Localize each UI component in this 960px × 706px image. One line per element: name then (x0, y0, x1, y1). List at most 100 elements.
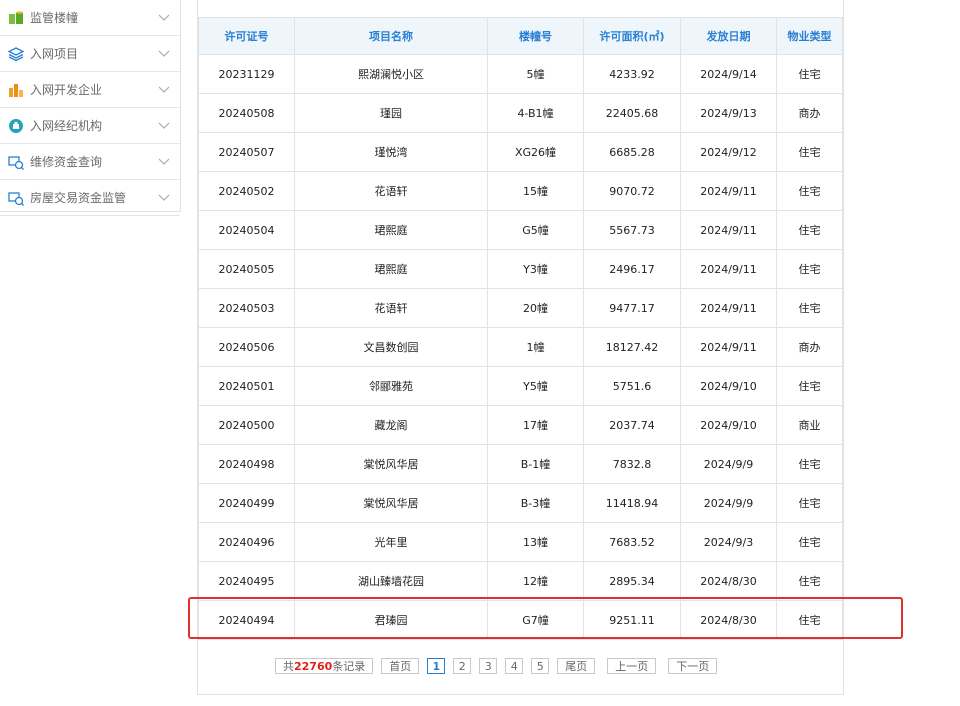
project-name-cell: 君瑧园 (294, 600, 488, 640)
sidebar-item-label: 入网开发企业 (30, 83, 103, 97)
total-prefix: 共 (283, 660, 294, 673)
permit-area-cell: 2895.34 (583, 561, 681, 601)
building-number-cell: 20幢 (487, 288, 584, 328)
permit-area-cell: 4233.92 (583, 54, 681, 94)
sidebar-item-label: 入网经纪机构 (30, 119, 103, 133)
pagination: 共 22760 条记录 首页 1 2 3 4 5 尾页 上一页 下一页 (275, 657, 718, 675)
building-coins-icon (8, 10, 24, 26)
table-row[interactable]: 20240498 棠悦风华居 B-1幢 7832.8 2024/9/9 住宅 (198, 444, 843, 484)
project-name-cell: 瑾悦湾 (294, 132, 488, 172)
sidebar-item-agencies[interactable]: 入网经纪机构 (0, 108, 180, 144)
agency-icon (8, 118, 24, 134)
sidebar-item-supervised-buildings[interactable]: 监管楼幢 (0, 0, 180, 36)
building-number-cell: Y3幢 (487, 249, 584, 289)
table-row[interactable]: 20240495 湖山臻墙花园 12幢 2895.34 2024/8/30 住宅 (198, 561, 843, 601)
permit-table: 许可证号 项目名称 楼幢号 许可面积(㎡) 发放日期 物业类型 20231129… (198, 17, 843, 640)
total-records: 共 22760 条记录 (275, 658, 374, 674)
building-number-cell: 5幢 (487, 54, 584, 94)
table-row[interactable]: 20240503 花语轩 20幢 9477.17 2024/9/11 住宅 (198, 288, 843, 328)
project-name-cell: 湖山臻墙花园 (294, 561, 488, 601)
page-button-5[interactable]: 5 (531, 658, 550, 674)
chevron-down-icon (158, 158, 170, 165)
table-row[interactable]: 20240494 君瑧园 G7幢 9251.11 2024/8/30 住宅 (198, 600, 843, 640)
building-number-cell: 1幢 (487, 327, 584, 367)
issue-date-cell: 2024/9/11 (680, 288, 777, 328)
chevron-down-icon (158, 194, 170, 201)
permit-number-cell: 20240496 (198, 522, 295, 562)
fund-supervision-icon (8, 190, 24, 206)
property-type-cell: 住宅 (776, 600, 843, 640)
fund-query-icon (8, 154, 24, 170)
page-button-4[interactable]: 4 (505, 658, 524, 674)
table-row[interactable]: 20240507 瑾悦湾 XG26幢 6685.28 2024/9/12 住宅 (198, 132, 843, 172)
chevron-down-icon (158, 122, 170, 129)
sidebar-item-fund-supervision[interactable]: 房屋交易资金监管 (0, 180, 180, 216)
project-name-cell: 珺熙庭 (294, 249, 488, 289)
sidebar-menu: 监管楼幢 入网项目 入网开发企业 入网经纪机构 维修资金查询 房屋交易资金监管 (0, 0, 181, 216)
next-page-button[interactable]: 下一页 (668, 658, 718, 674)
table-row[interactable]: 20240501 邻郦雅苑 Y5幢 5751.6 2024/9/10 住宅 (198, 366, 843, 406)
permit-number-cell: 20240500 (198, 405, 295, 445)
column-header: 许可证号 (198, 17, 295, 55)
property-type-cell: 住宅 (776, 444, 843, 484)
permit-number-cell: 20240499 (198, 483, 295, 523)
property-type-cell: 住宅 (776, 561, 843, 601)
building-number-cell: XG26幢 (487, 132, 584, 172)
column-header: 发放日期 (680, 17, 777, 55)
property-type-cell: 住宅 (776, 366, 843, 406)
chevron-down-icon (158, 86, 170, 93)
property-type-cell: 商业 (776, 405, 843, 445)
issue-date-cell: 2024/9/9 (680, 444, 777, 484)
table-row[interactable]: 20240506 文昌数创园 1幢 18127.42 2024/9/11 商办 (198, 327, 843, 367)
table-row[interactable]: 20240505 珺熙庭 Y3幢 2496.17 2024/9/11 住宅 (198, 249, 843, 289)
issue-date-cell: 2024/9/11 (680, 249, 777, 289)
issue-date-cell: 2024/9/3 (680, 522, 777, 562)
property-type-cell: 商办 (776, 327, 843, 367)
column-header: 物业类型 (776, 17, 843, 55)
page-button-3[interactable]: 3 (479, 658, 498, 674)
sidebar-item-network-projects[interactable]: 入网项目 (0, 36, 180, 72)
table-row[interactable]: 20240502 花语轩 15幢 9070.72 2024/9/11 住宅 (198, 171, 843, 211)
property-type-cell: 住宅 (776, 171, 843, 211)
sidebar-item-developers[interactable]: 入网开发企业 (0, 72, 180, 108)
issue-date-cell: 2024/8/30 (680, 561, 777, 601)
project-name-cell: 光年里 (294, 522, 488, 562)
table-row[interactable]: 20240499 棠悦风华居 B-3幢 11418.94 2024/9/9 住宅 (198, 483, 843, 523)
first-page-button[interactable]: 首页 (381, 658, 420, 674)
issue-date-cell: 2024/9/14 (680, 54, 777, 94)
project-name-cell: 花语轩 (294, 171, 488, 211)
permit-area-cell: 2037.74 (583, 405, 681, 445)
table-row[interactable]: 20231129 熙湖澜悦小区 5幢 4233.92 2024/9/14 住宅 (198, 54, 843, 94)
table-row[interactable]: 20240500 藏龙阁 17幢 2037.74 2024/9/10 商业 (198, 405, 843, 445)
project-name-cell: 棠悦风华居 (294, 444, 488, 484)
page-button-1[interactable]: 1 (427, 658, 446, 674)
table-row[interactable]: 20240504 珺熙庭 G5幢 5567.73 2024/9/11 住宅 (198, 210, 843, 250)
issue-date-cell: 2024/8/30 (680, 600, 777, 640)
building-number-cell: 4-B1幢 (487, 93, 584, 133)
permit-area-cell: 11418.94 (583, 483, 681, 523)
permit-number-cell: 20240506 (198, 327, 295, 367)
building-number-cell: B-3幢 (487, 483, 584, 523)
project-name-cell: 藏龙阁 (294, 405, 488, 445)
last-page-button[interactable]: 尾页 (557, 658, 596, 674)
prev-page-button[interactable]: 上一页 (607, 658, 657, 674)
table-row[interactable]: 20240496 光年里 13幢 7683.52 2024/9/3 住宅 (198, 522, 843, 562)
permit-area-cell: 6685.28 (583, 132, 681, 172)
permit-number-cell: 20240501 (198, 366, 295, 406)
issue-date-cell: 2024/9/9 (680, 483, 777, 523)
building-number-cell: 17幢 (487, 405, 584, 445)
table-row[interactable]: 20240508 瑾园 4-B1幢 22405.68 2024/9/13 商办 (198, 93, 843, 133)
column-header: 项目名称 (294, 17, 488, 55)
page-button-2[interactable]: 2 (453, 658, 472, 674)
table-header-row: 许可证号 项目名称 楼幢号 许可面积(㎡) 发放日期 物业类型 (198, 17, 843, 55)
issue-date-cell: 2024/9/12 (680, 132, 777, 172)
column-header: 楼幢号 (487, 17, 584, 55)
property-type-cell: 住宅 (776, 483, 843, 523)
permit-area-cell: 7832.8 (583, 444, 681, 484)
permit-number-cell: 20240502 (198, 171, 295, 211)
sidebar-item-maintenance-fund[interactable]: 维修资金查询 (0, 144, 180, 180)
permit-area-cell: 22405.68 (583, 93, 681, 133)
permit-number-cell: 20240507 (198, 132, 295, 172)
sidebar-item-label: 房屋交易资金监管 (30, 191, 127, 205)
building-number-cell: Y5幢 (487, 366, 584, 406)
